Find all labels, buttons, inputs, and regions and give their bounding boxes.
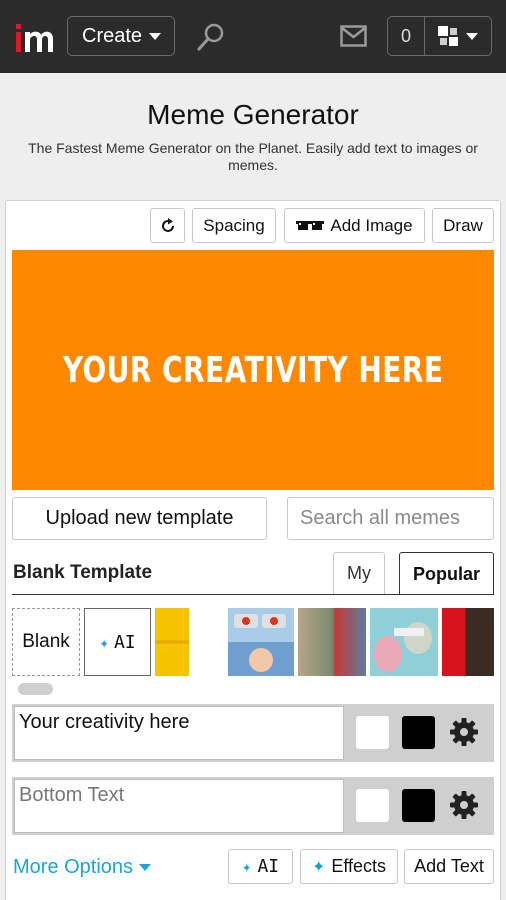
chevron-down-icon xyxy=(139,864,152,871)
ai-button-label: AI xyxy=(257,856,280,877)
draw-button[interactable]: Draw xyxy=(432,208,494,243)
tab-my[interactable]: My xyxy=(333,552,385,595)
template-thumbnails[interactable]: Blank ✦ AI xyxy=(12,608,494,676)
gear-icon[interactable] xyxy=(449,717,479,747)
chevron-down-icon xyxy=(466,32,478,40)
meme-canvas[interactable]: YOUR CREATIVITY HERE xyxy=(12,250,494,490)
effects-button[interactable]: ✦ Effects xyxy=(300,849,398,884)
ai-template-thumb[interactable]: ✦ AI xyxy=(84,608,151,676)
search-icon[interactable] xyxy=(196,22,226,52)
search-memes-input[interactable] xyxy=(287,497,494,540)
effects-label: Effects xyxy=(331,856,387,876)
ai-thumb-label: AI xyxy=(113,631,136,653)
sparkle-icon: ✦ xyxy=(241,857,252,876)
gear-icon[interactable] xyxy=(449,790,479,820)
sunglasses-icon xyxy=(296,220,325,230)
slap-template-thumb[interactable] xyxy=(370,608,438,676)
outline-color-swatch[interactable] xyxy=(402,716,435,749)
tab-popular[interactable]: Popular xyxy=(399,552,494,595)
create-label: Create xyxy=(82,24,143,47)
chevron-down-icon xyxy=(149,32,162,40)
upload-template-button[interactable]: Upload new template xyxy=(12,497,267,540)
text-color-swatch[interactable] xyxy=(356,716,389,749)
imgflip-logo[interactable] xyxy=(14,20,54,56)
add-image-button[interactable]: Add Image xyxy=(284,208,425,243)
page-title: Meme Generator xyxy=(147,99,359,130)
more-options-toggle[interactable]: More Options xyxy=(13,856,152,879)
ai-caption-button[interactable]: ✦ AI xyxy=(228,849,293,884)
top-text-row: Your creativity here xyxy=(12,704,494,762)
outline-color-swatch[interactable] xyxy=(402,789,435,822)
meme-caption-text[interactable]: YOUR CREATIVITY HERE xyxy=(63,350,444,391)
distracted-boyfriend-template-thumb[interactable] xyxy=(298,608,366,676)
top-nav-bar: Create 0 xyxy=(0,0,506,73)
sparkle-icon: ✦ xyxy=(311,858,326,876)
text-color-swatch[interactable] xyxy=(356,789,389,822)
two-buttons-template-thumb[interactable] xyxy=(228,608,294,676)
more-options-label: More Options xyxy=(13,856,134,878)
rotate-button[interactable] xyxy=(150,208,185,243)
user-menu-button[interactable] xyxy=(425,16,492,56)
mail-icon[interactable] xyxy=(340,25,367,47)
add-text-button[interactable]: Add Text xyxy=(404,849,494,884)
drake-template-thumb[interactable] xyxy=(155,608,189,676)
uno-template-thumb[interactable] xyxy=(442,608,494,676)
top-text-input[interactable]: Your creativity here xyxy=(14,706,344,760)
spacing-button[interactable]: Spacing xyxy=(192,208,276,243)
thumbnail-scrollbar[interactable] xyxy=(18,683,53,695)
add-image-label: Add Image xyxy=(330,215,413,235)
bottom-text-row xyxy=(12,777,494,835)
blank-template-heading: Blank Template xyxy=(13,562,153,583)
sparkle-icon: ✦ xyxy=(99,632,109,652)
user-avatar-icon xyxy=(438,26,458,46)
blank-template-thumb[interactable]: Blank xyxy=(12,608,80,676)
create-menu-button[interactable]: Create xyxy=(67,16,175,56)
bottom-text-input[interactable] xyxy=(14,779,344,833)
page-subtitle: The Fastest Meme Generator on the Planet… xyxy=(28,140,478,173)
notification-count[interactable]: 0 xyxy=(387,16,425,56)
tabs-divider xyxy=(12,594,494,595)
rotate-icon xyxy=(161,217,174,232)
